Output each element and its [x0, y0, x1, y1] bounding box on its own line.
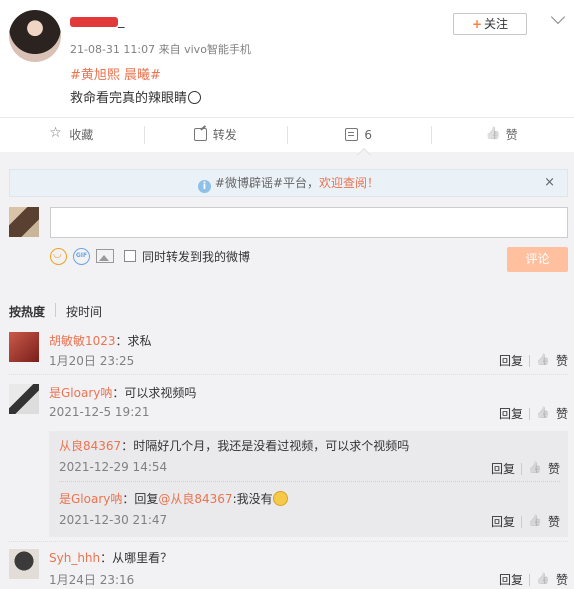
emoji-icon[interactable] [50, 247, 67, 265]
comment-actions: 回复 赞 [491, 513, 560, 530]
action-divider [520, 462, 522, 475]
comment-item: 胡敏敏1023：求私 1月20日 23:25 回复 赞 [9, 332, 568, 372]
author-avatar[interactable] [9, 10, 61, 62]
comment-text: ：时隔好几个月，我还是没看过视频，可以求个视频吗 [121, 439, 410, 453]
forward-checkbox[interactable] [124, 250, 136, 262]
sort-by-time[interactable]: 按时间 [66, 303, 102, 320]
submit-comment-button[interactable]: 评论 [507, 247, 568, 272]
comment-actions: 回复 赞 [491, 460, 560, 477]
post-hashtags[interactable]: #黄旭熙 晨曦# [70, 64, 161, 83]
commenter-name[interactable]: 是Gloary呐 [59, 492, 122, 506]
reply-button[interactable]: 回复 [499, 352, 523, 369]
commenter-avatar[interactable] [9, 384, 39, 414]
comment-item: Syh_hhh：从哪里看？ 1月24日 23:16 回复 赞 [9, 549, 568, 589]
composer-tools: GIF 同时转发到我的微博 [50, 246, 250, 266]
comment-date: 2021-12-30 21:47 [59, 513, 168, 527]
commenter-avatar[interactable] [9, 332, 39, 362]
forward-button[interactable]: 转发 [143, 118, 288, 151]
action-divider [520, 515, 522, 528]
commenter-avatar[interactable] [9, 549, 39, 579]
action-divider [528, 407, 530, 420]
like-label[interactable]: 赞 [548, 513, 560, 530]
comment-actions: 回复 赞 [499, 352, 568, 369]
comment-actions: 回复 赞 [499, 405, 568, 422]
like-label[interactable]: 赞 [556, 405, 568, 422]
info-icon: i [197, 180, 211, 193]
comment-text: ：求私 [115, 334, 152, 348]
comment-text: :我没有 [232, 492, 273, 506]
comment-date: 1月24日 23:16 [49, 573, 135, 587]
comment-input[interactable] [50, 207, 568, 238]
my-avatar [9, 207, 39, 237]
forward-checkbox-label: 同时转发到我的微博 [142, 249, 251, 264]
comment-item: 是Gloary呐：可以求视频吗 2021-12-5 19:21 回复 赞 [9, 384, 568, 424]
comment-button[interactable]: 6 [287, 118, 431, 151]
mention-link[interactable]: @从良84367 [158, 492, 232, 506]
comment-date: 2021-12-29 14:54 [59, 460, 168, 474]
thumbs-up-icon[interactable] [536, 355, 550, 367]
comment-text: ：回复 [122, 492, 159, 506]
gif-icon[interactable]: GIF [73, 247, 90, 265]
commenter-name[interactable]: 胡敏敏1023 [49, 334, 116, 348]
comment-date: 2021-12-5 19:21 [49, 405, 150, 419]
comment-text: ：从哪里看？ [100, 551, 173, 565]
like-button[interactable]: 赞 [430, 118, 574, 151]
reply-button[interactable]: 回复 [499, 571, 523, 588]
favorite-button[interactable]: 收藏 [0, 118, 144, 151]
commenter-name[interactable]: Syh_hhh [49, 551, 100, 565]
comment-sort: 按热度 按时间 [9, 303, 102, 320]
comment-icon [345, 128, 359, 141]
emoji-icon [188, 91, 202, 104]
comment-date: 1月20日 23:25 [49, 354, 135, 368]
post-text: 救命看完真的辣眼睛 [70, 87, 202, 106]
reply-button[interactable]: 回复 [499, 405, 523, 422]
sort-divider [55, 303, 57, 317]
post-meta: 21-08-31 11:07 来自 vivo智能手机 [70, 43, 251, 56]
comment-actions: 回复 赞 [499, 571, 568, 588]
comment-divider [9, 374, 568, 375]
thumbs-up-icon[interactable] [528, 463, 542, 475]
reply-button[interactable]: 回复 [491, 513, 515, 530]
reply-thread: 从良84367：时隔好几个月，我还是没看过视频，可以求个视频吗 2021-12-… [49, 431, 568, 537]
forward-icon [193, 128, 207, 141]
action-divider [528, 573, 530, 586]
like-label[interactable]: 赞 [548, 460, 560, 477]
close-icon[interactable]: × [544, 170, 555, 196]
star-icon [49, 125, 63, 141]
comment-text: ：可以求视频吗 [112, 386, 197, 400]
chevron-down-icon[interactable] [550, 9, 566, 25]
image-icon[interactable] [96, 249, 114, 263]
like-label[interactable]: 赞 [556, 352, 568, 369]
like-label[interactable]: 赞 [556, 571, 568, 588]
thumbs-up-icon[interactable] [536, 408, 550, 420]
author-name[interactable]: _ [70, 14, 125, 29]
reply-divider [59, 481, 560, 482]
notice-link[interactable]: 欢迎查阅！ [319, 176, 379, 190]
follow-button[interactable]: + 关注 [453, 13, 527, 35]
action-divider [528, 354, 530, 367]
post-card: _ 21-08-31 11:07 来自 vivo智能手机 #黄旭熙 晨曦# 救命… [0, 0, 574, 152]
reply-button[interactable]: 回复 [491, 460, 515, 477]
redacted-name [70, 16, 118, 27]
thumbs-up-icon[interactable] [528, 516, 542, 528]
laughing-emoji-icon [272, 491, 288, 506]
commenter-name[interactable]: 从良84367 [59, 439, 121, 453]
commenter-name[interactable]: 是Gloary呐 [49, 386, 112, 400]
thumbs-up-icon [487, 128, 500, 141]
thumbs-up-icon[interactable] [536, 574, 550, 586]
sort-by-hot[interactable]: 按热度 [9, 303, 45, 320]
rumor-notice: i #微博辟谣#平台，欢迎查阅！ × [9, 169, 568, 197]
post-actions: 收藏 转发 6 赞 [0, 117, 574, 151]
comment-divider [9, 541, 568, 542]
